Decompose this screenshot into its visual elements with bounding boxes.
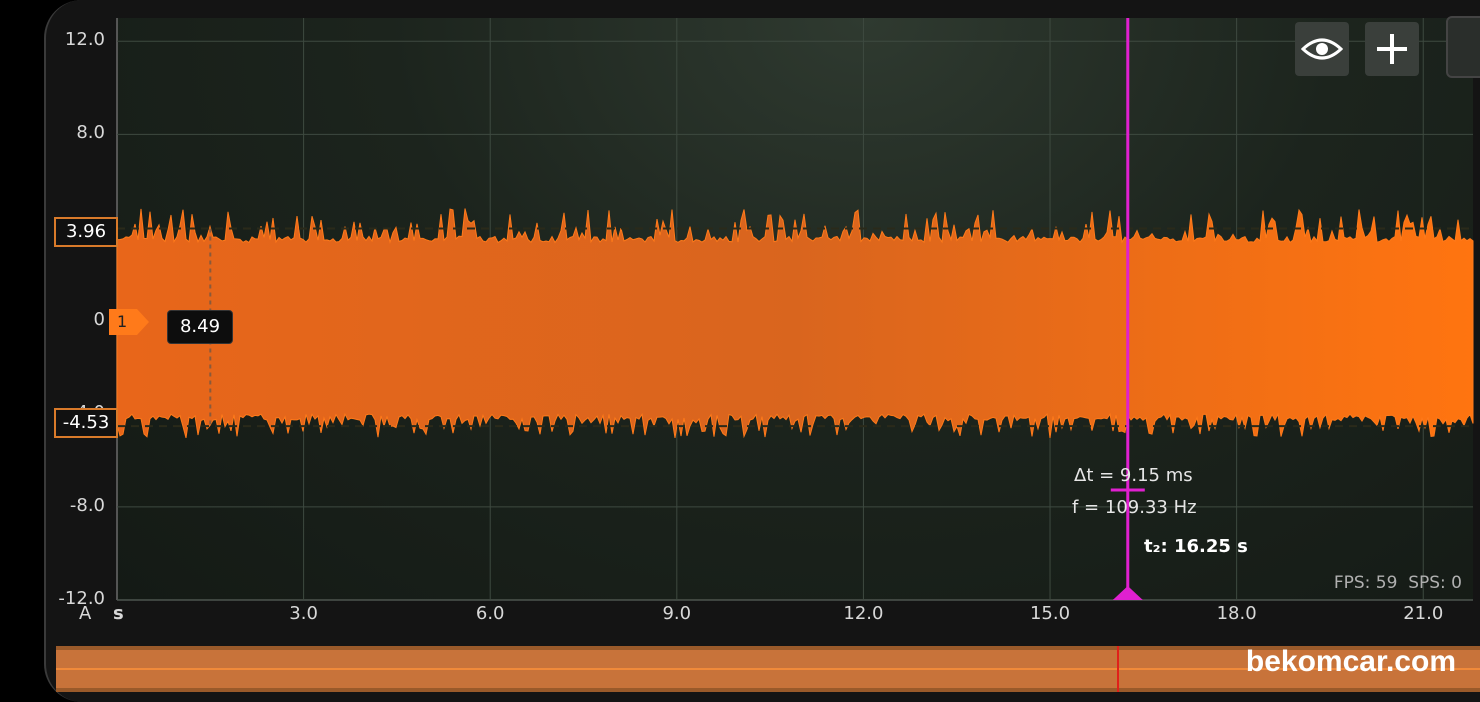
y-tick-label: 12.0 <box>64 29 105 51</box>
x-tick-label: 15.0 <box>1029 603 1071 624</box>
cursor-handle <box>1112 586 1143 600</box>
y-tick-label: -12.0 <box>58 588 105 609</box>
ref-tag-upper[interactable]: 3.96 <box>54 217 118 247</box>
plus-icon <box>1377 34 1407 64</box>
marker-value-label: 8.49 <box>167 310 233 344</box>
fps-sps-status: FPS: 59 SPS: 0 <box>1334 573 1462 593</box>
side-panel-handle[interactable] <box>1446 16 1480 78</box>
x-unit-label: s <box>113 603 124 624</box>
x-tick-label: 3.0 <box>289 603 318 624</box>
watermark: bekomcar.com <box>1245 645 1456 678</box>
chart-svg <box>116 18 1474 601</box>
frequency-readout: f = 109.33 Hz <box>1072 497 1197 518</box>
y-unit-label: A <box>79 603 92 624</box>
delta-t-readout: Δt = 9.15 ms <box>1074 465 1193 486</box>
y-tick-label: 0 <box>93 308 105 330</box>
x-tick-label: 6.0 <box>475 603 505 624</box>
y-tick-label: 8.0 <box>76 122 105 144</box>
signal-waveform <box>116 208 1474 439</box>
cursor-time-label: t₂: 16.25 s <box>1144 536 1248 557</box>
add-button[interactable] <box>1365 22 1419 76</box>
sps-label: SPS: 0 <box>1408 573 1462 593</box>
y-tick-label: -8.0 <box>69 494 105 516</box>
x-tick-label: 21.0 <box>1403 603 1444 624</box>
channel-marker[interactable]: 1 <box>109 309 149 335</box>
signal-fill <box>116 208 1474 439</box>
eye-icon <box>1301 38 1343 60</box>
x-tick-label: 12.0 <box>843 603 884 624</box>
ref-tag-lower[interactable]: -4.53 <box>54 408 118 438</box>
x-tick-label: 18.0 <box>1216 603 1257 624</box>
eye-button[interactable] <box>1295 22 1349 76</box>
fps-label: FPS: 59 <box>1333 573 1398 593</box>
x-tick-label: 9.0 <box>662 603 692 624</box>
